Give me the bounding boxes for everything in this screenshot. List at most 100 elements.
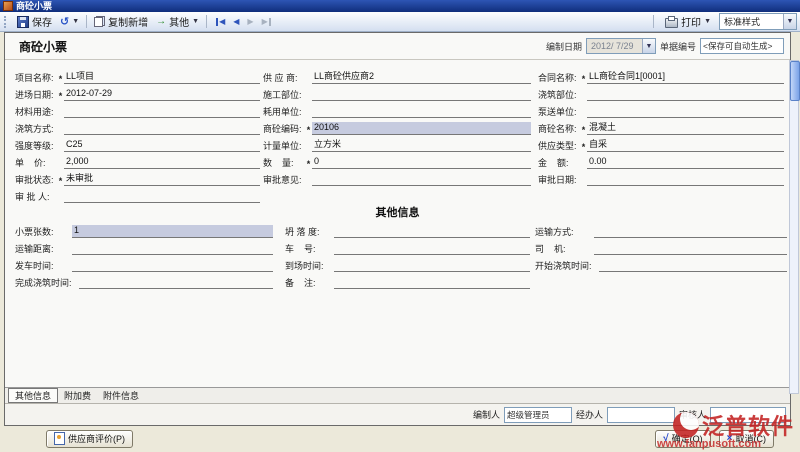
field-input[interactable] xyxy=(594,242,787,255)
form-column-middle: 供 应 商:LL商砼供应商2施工部位:耗用单位:商砼编码:*20106计量单位:… xyxy=(263,67,531,186)
field-input[interactable] xyxy=(334,242,530,255)
required-marker: * xyxy=(57,75,64,84)
field-input[interactable]: 立方米 xyxy=(312,137,531,152)
save-button[interactable]: 保存 xyxy=(13,13,56,30)
tab[interactable]: 其他信息 xyxy=(8,388,58,403)
form-field-row: 开始浇筑时间: xyxy=(535,255,787,272)
field-input[interactable]: 混凝土 xyxy=(587,120,784,135)
field-label: 审批日期: xyxy=(538,173,580,186)
ticket-form-panel: 商砼小票 编制日期 2012/ 7/29 ▼ 单据编号 <保存可自动生成> 项目… xyxy=(4,32,791,426)
field-input[interactable] xyxy=(587,173,784,186)
first-record-button[interactable]: ◀ xyxy=(214,16,227,27)
creator-input[interactable]: 超级管理员 xyxy=(504,407,572,423)
field-input[interactable] xyxy=(312,88,531,101)
field-input[interactable] xyxy=(79,276,273,289)
copy-add-button[interactable]: 复制新增 xyxy=(90,13,152,30)
scrollbar-thumb[interactable] xyxy=(790,61,800,101)
toolbar-separator xyxy=(653,15,654,28)
toolbar-separator xyxy=(86,15,87,28)
field-input[interactable] xyxy=(587,88,784,101)
form-field-row: 施工部位: xyxy=(263,84,531,101)
field-label: 车 号: xyxy=(285,242,327,255)
form-footer: 编制人 超级管理员 经办人 审核人 xyxy=(5,404,790,425)
form-field-row: 到场时间: xyxy=(285,255,530,272)
field-input[interactable] xyxy=(334,276,530,289)
field-input[interactable] xyxy=(312,173,531,186)
previous-record-button[interactable]: ◀ xyxy=(231,16,241,27)
field-input[interactable] xyxy=(599,259,787,272)
field-label: 完成浇筑时间: xyxy=(15,276,72,289)
ok-label: 确定(O) xyxy=(672,432,703,445)
field-input[interactable]: LL项目 xyxy=(64,69,260,84)
form-column-left: 项目名称:*LL项目进场日期:*2012-07-29材料用途:浇筑方式:强度等级… xyxy=(15,67,260,203)
combobox-dropdown-icon[interactable]: ▼ xyxy=(642,39,655,53)
field-input[interactable] xyxy=(312,105,531,118)
field-input[interactable]: 1 xyxy=(72,225,273,238)
form-field-row: 供应类型:*自采 xyxy=(538,135,784,152)
field-input[interactable]: 2,000 xyxy=(64,156,260,169)
form-field-row: 合同名称:*LL商砼合同1[0001] xyxy=(538,67,784,84)
toolbar-separator xyxy=(206,15,207,28)
compile-date-value: 2012/ 7/29 xyxy=(591,41,634,51)
bottom-tabstrip: 其他信息附加费附件信息 xyxy=(5,387,790,404)
print-label: 打印 xyxy=(681,14,701,29)
handler-input[interactable] xyxy=(607,407,675,423)
first-bar-icon xyxy=(216,18,218,26)
field-label: 司 机: xyxy=(535,242,587,255)
field-input[interactable]: 0 xyxy=(312,156,531,169)
field-input[interactable] xyxy=(64,122,260,135)
tab[interactable]: 附件信息 xyxy=(97,389,145,402)
form-field-row: 审批日期: xyxy=(538,169,784,186)
tab[interactable]: 附加费 xyxy=(58,389,97,402)
field-input[interactable] xyxy=(64,105,260,118)
print-style-combobox[interactable]: 标准样式 ▼ xyxy=(719,13,797,30)
undo-button[interactable]: ↺ ▼ xyxy=(56,16,83,28)
field-input[interactable]: C25 xyxy=(64,139,260,152)
required-marker: * xyxy=(580,126,587,135)
field-input[interactable]: 20106 xyxy=(312,122,531,135)
field-input[interactable]: LL商砼供应商2 xyxy=(312,69,531,84)
form-field-row: 材料用途: xyxy=(15,101,260,118)
cancel-button[interactable]: × 取消(C) xyxy=(719,430,774,448)
field-input[interactable]: LL商砼合同1[0001] xyxy=(587,69,784,84)
compile-date-combobox[interactable]: 2012/ 7/29 ▼ xyxy=(586,38,656,54)
field-label: 审批状态: xyxy=(15,173,57,186)
field-input[interactable] xyxy=(587,105,784,118)
cancel-label: 取消(C) xyxy=(736,432,767,445)
field-input[interactable]: 自采 xyxy=(587,137,784,152)
other-button[interactable]: → 其他 ▼ xyxy=(152,13,203,30)
next-record-button[interactable]: ▶ xyxy=(245,16,255,27)
vertical-scrollbar[interactable] xyxy=(789,60,799,394)
field-label: 项目名称: xyxy=(15,71,57,84)
field-input[interactable]: 2012-07-29 xyxy=(64,88,260,101)
form-field-row: 浇筑部位: xyxy=(538,84,784,101)
field-input[interactable] xyxy=(64,190,260,203)
field-input[interactable] xyxy=(334,259,530,272)
required-marker: * xyxy=(57,177,64,186)
chevron-down-icon: ▼ xyxy=(704,18,711,25)
form-field-row: 数 量:*0 xyxy=(263,152,531,169)
field-input[interactable]: 未审批 xyxy=(64,171,260,186)
ok-button[interactable]: √ 确定(O) xyxy=(655,430,711,448)
print-button[interactable]: 打印 ▼ xyxy=(661,13,715,30)
field-input[interactable] xyxy=(72,242,273,255)
field-input[interactable]: 0.00 xyxy=(587,156,784,169)
field-label: 计量单位: xyxy=(263,139,305,152)
field-label: 商砼名称: xyxy=(538,122,580,135)
field-input[interactable] xyxy=(72,259,273,272)
toolbar: 保存 ↺ ▼ 复制新增 → 其他 ▼ ◀ ◀ ▶ ▶ 打印 ▼ xyxy=(0,12,800,32)
field-label: 运输方式: xyxy=(535,225,587,238)
last-record-button[interactable]: ▶ xyxy=(260,16,273,27)
field-input[interactable] xyxy=(334,225,530,238)
supplier-eval-button[interactable]: 供应商评价(P) xyxy=(46,430,133,448)
other-info-column-middle: 坍 落 度:车 号:到场时间:备 注: xyxy=(285,221,530,289)
form-column-right: 合同名称:*LL商砼合同1[0001]浇筑部位:泵送单位:商砼名称:*混凝土供应… xyxy=(538,67,784,186)
reviewer-input[interactable] xyxy=(710,407,786,423)
required-marker: * xyxy=(305,126,312,135)
doc-no-input[interactable]: <保存可自动生成> xyxy=(700,38,784,54)
window-title: 商砼小票 xyxy=(16,1,52,11)
handler-label: 经办人 xyxy=(576,408,603,421)
field-input[interactable] xyxy=(594,225,787,238)
combobox-dropdown-icon[interactable]: ▼ xyxy=(783,14,796,29)
form-field-row: 备 注: xyxy=(285,272,530,289)
